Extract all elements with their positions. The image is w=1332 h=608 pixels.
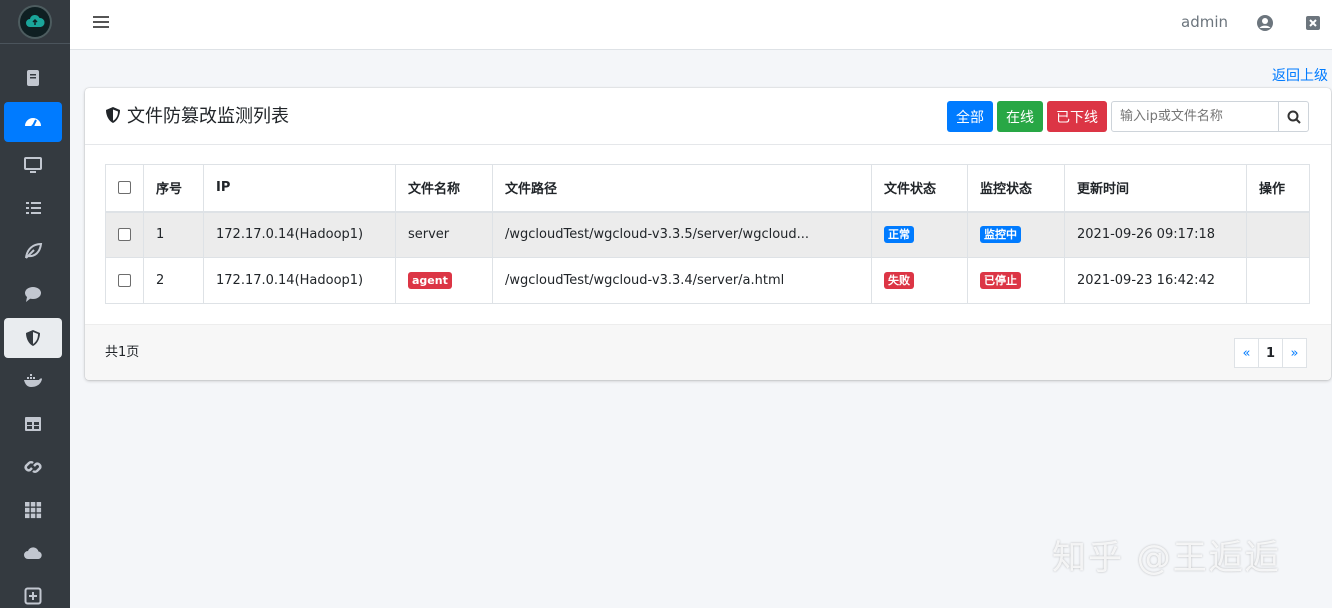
link-icon[interactable]	[4, 447, 62, 487]
card-title-text: 文件防篡改监测列表	[127, 106, 289, 127]
column-header: 更新时间	[1064, 164, 1247, 213]
column-header: 监控状态	[967, 164, 1065, 213]
row-monitor-status-cell: 监控中	[967, 211, 1065, 258]
user-circle-icon[interactable]	[1256, 14, 1274, 32]
row-ip: 172.17.0.14(Hadoop1)	[203, 257, 396, 304]
file-monitor-table: 序号 IP 文件名称 文件路径 文件状态 监控状态 更新时间 操作 1 172.…	[105, 164, 1310, 304]
monitor-icon[interactable]	[4, 145, 62, 185]
monitor-status-badge: 监控中	[980, 226, 1021, 244]
search-button[interactable]	[1278, 101, 1309, 132]
column-header: 文件路径	[492, 164, 872, 213]
file-status-badge: 正常	[884, 226, 914, 244]
task-list-icon[interactable]	[4, 188, 62, 228]
file-status-badge: 失败	[884, 272, 914, 289]
row-updated: 2021-09-26 09:17:18	[1064, 211, 1247, 258]
plus-square-icon[interactable]	[4, 576, 62, 608]
row-file-path: /wgcloudTest/wgcloud-v3.3.5/server/wgclo…	[492, 211, 872, 258]
column-header: 操作	[1246, 164, 1310, 213]
brand[interactable]	[0, 0, 70, 44]
cloud-icon[interactable]	[4, 533, 62, 573]
back-link[interactable]: 返回上级	[1272, 65, 1328, 85]
row-checkbox[interactable]	[118, 228, 131, 242]
row-ip: 172.17.0.14(Hadoop1)	[203, 211, 396, 258]
row-index: 2	[143, 257, 204, 304]
search-icon	[1287, 110, 1301, 124]
row-updated: 2021-09-23 16:42:42	[1064, 257, 1247, 304]
chat-icon[interactable]	[4, 274, 62, 314]
select-all-checkbox[interactable]	[118, 181, 131, 195]
shield-icon	[106, 107, 120, 123]
watermark: 知乎 @王逅逅	[1052, 538, 1281, 578]
book-icon[interactable]	[4, 58, 62, 98]
pagination-prev[interactable]: «	[1234, 338, 1259, 368]
shield-icon[interactable]	[4, 318, 62, 358]
pagination-next[interactable]: »	[1282, 338, 1307, 368]
filter-offline-button[interactable]: 已下线	[1047, 101, 1107, 132]
select-all-cell	[105, 164, 144, 213]
cloud-logo-icon	[20, 6, 50, 37]
table-header-row: 序号 IP 文件名称 文件路径 文件状态 监控状态 更新时间 操作	[105, 164, 1310, 213]
card-header: 文件防篡改监测列表 全部 在线 已下线	[85, 88, 1331, 145]
row-index: 1	[143, 211, 204, 258]
table-row[interactable]: 1 172.17.0.14(Hadoop1) server /wgcloudTe…	[105, 211, 1310, 258]
row-file-status-cell: 失败	[871, 257, 968, 304]
file-name-badge: agent	[408, 272, 452, 289]
column-header: IP	[203, 164, 396, 213]
file-monitor-card: 文件防篡改监测列表 全部 在线 已下线 序号 IP 文件名称 文件路径 文件状态…	[85, 88, 1331, 380]
table-row[interactable]: 2 172.17.0.14(Hadoop1) agent /wgcloudTes…	[105, 257, 1310, 304]
row-file-name-cell: agent	[395, 257, 493, 304]
column-header: 文件名称	[395, 164, 493, 213]
logout-close-icon[interactable]	[1304, 14, 1322, 32]
grid-icon[interactable]	[4, 490, 62, 530]
table-icon[interactable]	[4, 404, 62, 444]
row-action	[1246, 211, 1310, 258]
row-checkbox[interactable]	[118, 274, 131, 287]
docker-icon[interactable]	[4, 360, 62, 400]
row-file-status-cell: 正常	[871, 211, 968, 258]
sidebar	[0, 0, 70, 608]
leaf-icon[interactable]	[4, 231, 62, 271]
row-monitor-status-cell: 已停止	[967, 257, 1065, 304]
hamburger-menu-icon[interactable]	[92, 13, 110, 31]
pagination-current-page[interactable]: 1	[1258, 338, 1283, 368]
row-file-name: server	[395, 211, 493, 258]
column-header: 文件状态	[871, 164, 968, 213]
search-input[interactable]	[1111, 101, 1279, 132]
row-select-cell	[105, 257, 144, 304]
total-pages: 共1页	[105, 345, 140, 360]
username[interactable]: admin	[1181, 13, 1228, 31]
row-action	[1246, 257, 1310, 304]
dashboard-icon[interactable]	[4, 102, 62, 142]
card-footer: 共1页 « 1 »	[85, 324, 1331, 380]
monitor-status-badge: 已停止	[980, 272, 1021, 289]
top-navbar: admin	[70, 0, 1332, 50]
filter-online-button[interactable]: 在线	[997, 101, 1043, 132]
column-header: 序号	[143, 164, 204, 213]
row-select-cell	[105, 211, 144, 258]
card-title: 文件防篡改监测列表	[105, 102, 289, 128]
filter-all-button[interactable]: 全部	[947, 101, 993, 132]
row-file-path: /wgcloudTest/wgcloud-v3.3.4/server/a.htm…	[492, 257, 872, 304]
pagination: « 1 »	[1234, 338, 1307, 368]
